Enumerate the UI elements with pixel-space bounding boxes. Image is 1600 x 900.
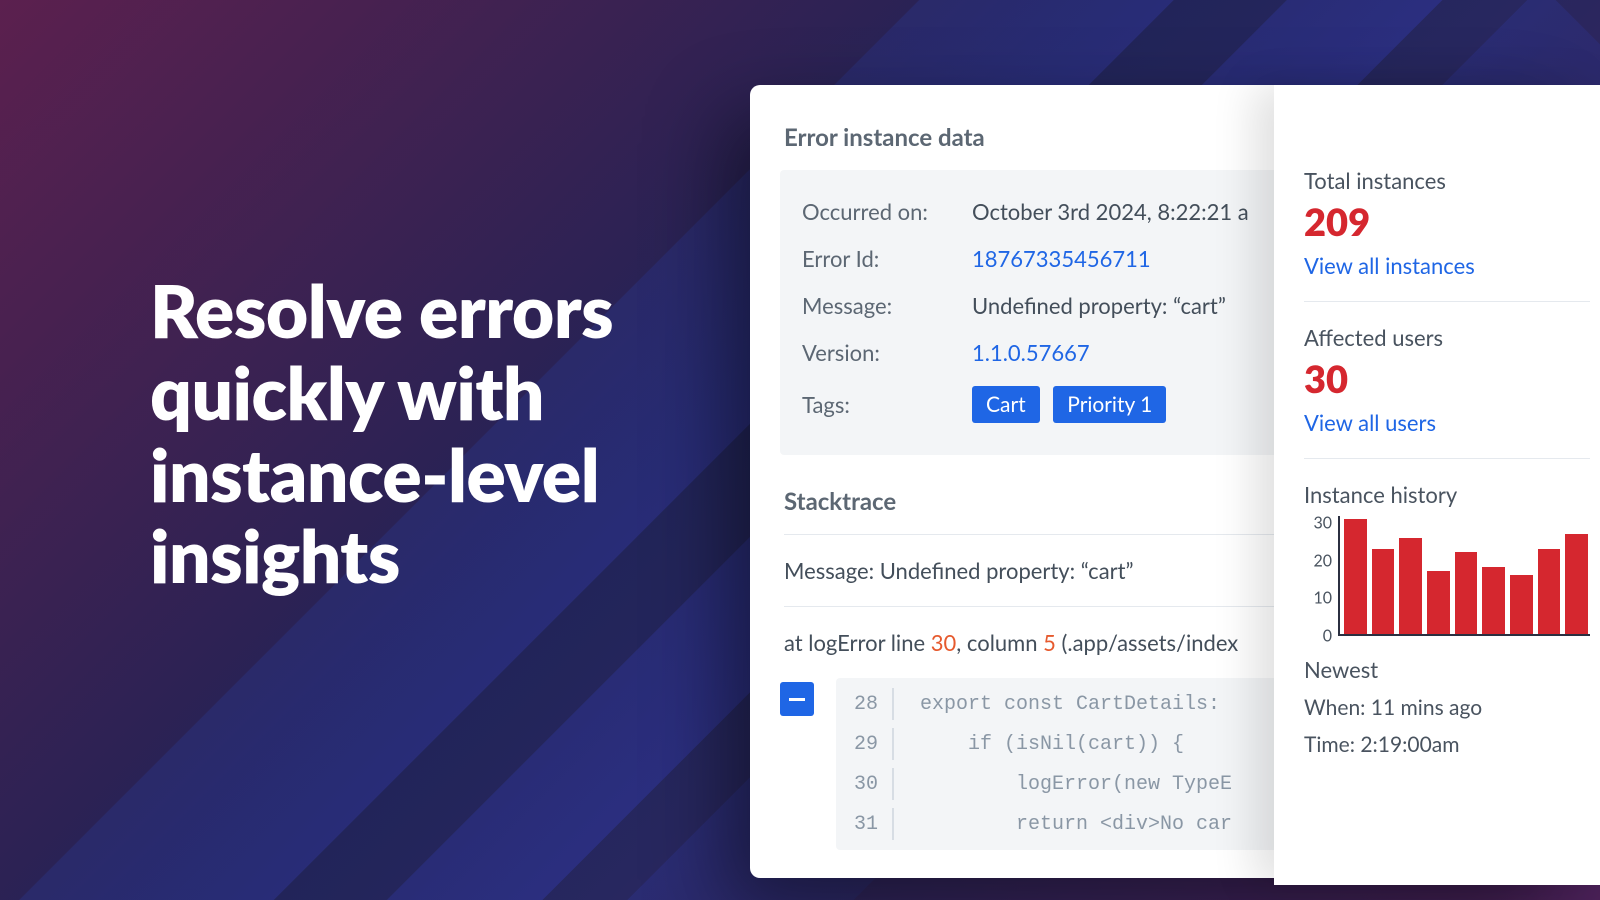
chart-bar <box>1565 534 1588 634</box>
chart-plot-area <box>1338 516 1590 636</box>
minus-icon <box>789 698 805 701</box>
newest-label: Newest <box>1304 656 1590 683</box>
value-version[interactable]: 1.1.0.57667 <box>972 339 1090 366</box>
newest-when: When: 11 mins ago <box>1304 695 1590 720</box>
chart-bar <box>1455 552 1478 633</box>
chart-bar <box>1538 549 1561 634</box>
view-all-users-link[interactable]: View all users <box>1304 409 1590 436</box>
label-occurred: Occurred on: <box>802 198 972 225</box>
chart-bar <box>1510 575 1533 634</box>
newest-when-value: 11 mins ago <box>1371 695 1482 720</box>
code-line-text: return <div>No car <box>894 813 1232 836</box>
chart-bar <box>1427 571 1450 634</box>
tag-cart[interactable]: Cart <box>972 386 1040 423</box>
label-errorid: Error Id: <box>802 245 972 272</box>
chart-y-tick: 20 <box>1313 551 1332 570</box>
chart-bar <box>1399 538 1422 634</box>
stacktrace-message-prefix: Message: <box>784 557 880 584</box>
tag-priority[interactable]: Priority 1 <box>1053 386 1166 423</box>
instance-history-label: Instance history <box>1304 481 1590 508</box>
marketing-headline: Resolve errors quickly with instance-lev… <box>150 270 710 597</box>
total-instances-label: Total instances <box>1304 167 1590 194</box>
chart-bar <box>1482 567 1505 633</box>
chart-bar <box>1372 549 1395 634</box>
code-line-text: logError(new TypeE <box>894 773 1232 796</box>
chart-y-tick: 0 <box>1323 626 1332 645</box>
summary-side-panel: Total instances 209 View all instances A… <box>1274 85 1600 885</box>
instance-history-chart: 0102030 <box>1304 516 1590 636</box>
code-line-text: if (isNil(cart)) { <box>894 733 1184 756</box>
chart-bar <box>1344 519 1367 633</box>
stack-at-mid: , column <box>956 629 1043 656</box>
code-collapse-button[interactable] <box>780 682 814 716</box>
value-tags: Cart Priority 1 <box>972 386 1174 423</box>
stack-at-suffix: (.app/assets/index <box>1056 629 1238 656</box>
chart-y-axis: 0102030 <box>1304 516 1338 636</box>
newest-when-label: When: <box>1304 695 1371 720</box>
total-instances-value: 209 <box>1304 202 1590 244</box>
stack-at-col: 5 <box>1043 629 1056 656</box>
label-tags: Tags: <box>802 391 972 418</box>
affected-users-label: Affected users <box>1304 324 1590 351</box>
code-line-number: 31 <box>836 813 892 836</box>
newest-time-label: Time: <box>1304 732 1360 757</box>
code-line-number: 29 <box>836 733 892 756</box>
code-line-number: 30 <box>836 773 892 796</box>
stacktrace-message-text: Undefined property: “cart” <box>880 557 1134 584</box>
code-line-text: export const CartDetails: <box>894 693 1220 716</box>
chart-y-tick: 10 <box>1313 589 1332 608</box>
chart-y-tick: 30 <box>1313 514 1332 533</box>
affected-users-value: 30 <box>1304 359 1590 401</box>
label-version: Version: <box>802 339 972 366</box>
code-line-number: 28 <box>836 693 892 716</box>
value-errorid[interactable]: 18767335456711 <box>972 245 1151 272</box>
newest-time: Time: 2:19:00am <box>1304 732 1590 757</box>
view-all-instances-link[interactable]: View all instances <box>1304 252 1590 279</box>
label-message: Message: <box>802 292 972 319</box>
value-occurred: October 3rd 2024, 8:22:21 a <box>972 198 1249 225</box>
stack-at-line: 30 <box>931 629 957 656</box>
stack-at-prefix: at logError line <box>784 629 931 656</box>
value-message: Undefined property: “cart” <box>972 292 1226 319</box>
newest-time-value: 2:19:00am <box>1360 732 1459 757</box>
